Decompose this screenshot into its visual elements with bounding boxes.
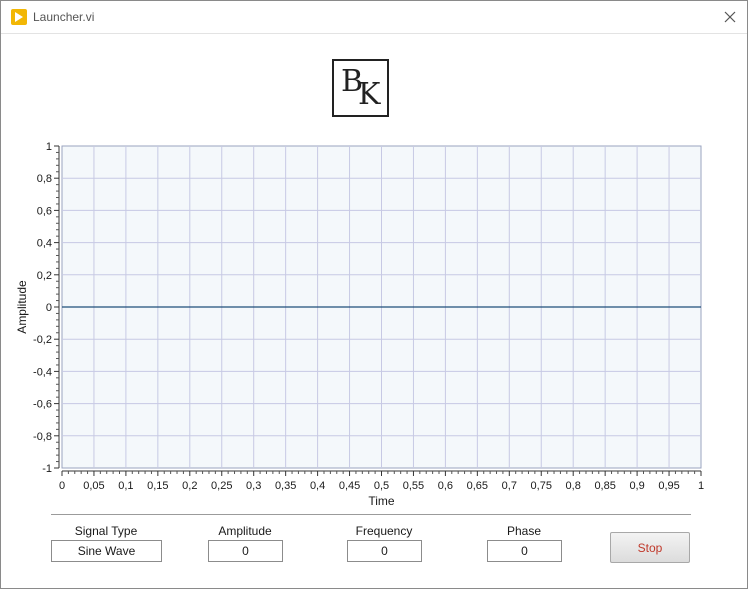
frequency-input[interactable]: 0 [347, 540, 422, 562]
x-tick-label: 0,2 [182, 480, 197, 492]
x-tick-label: 0,45 [339, 480, 360, 492]
stop-button[interactable]: Stop [610, 532, 690, 563]
phase-input[interactable]: 0 [487, 540, 562, 562]
y-tick-label: 0,6 [37, 205, 52, 217]
x-tick-label: 0,8 [566, 480, 581, 492]
signal-type-label: Signal Type [74, 524, 138, 538]
x-tick-label: 0,7 [502, 480, 517, 492]
phase-label: Phase [506, 524, 542, 538]
x-tick-label: 0,1 [118, 480, 133, 492]
y-tick-label: 0,2 [37, 270, 52, 282]
x-tick-label: 0 [59, 480, 65, 492]
amplitude-label: Amplitude [218, 524, 272, 538]
y-tick-label: -0,4 [33, 366, 52, 378]
y-tick-label: 1 [46, 141, 52, 153]
frequency-label: Frequency [355, 524, 413, 538]
x-tick-label: 0,65 [467, 480, 488, 492]
x-tick-label: 0,4 [310, 480, 325, 492]
x-tick-label: 0,55 [403, 480, 424, 492]
x-tick-label: 0,3 [246, 480, 261, 492]
x-tick-label: 0,05 [83, 480, 104, 492]
y-tick-label: 0,4 [37, 238, 52, 250]
x-tick-label: 0,5 [374, 480, 389, 492]
x-tick-label: 0,75 [531, 480, 552, 492]
y-axis-label: Amplitude [15, 280, 29, 334]
waveform-graph: 0 0,05 0,1 0,15 0,2 0,25 0,3 0,35 0,4 0,45 0,5 0,55… [15, 141, 704, 508]
y-tick-label: 0 [46, 302, 52, 314]
signal-type-select[interactable]: Sine Wave [51, 540, 162, 562]
y-tick-label: -0,6 [33, 399, 52, 411]
x-axis-label: Time [368, 494, 395, 508]
y-tick-label: 0,8 [37, 173, 52, 185]
x-tick-label: 0,85 [594, 480, 615, 492]
x-tick-label: 0,25 [211, 480, 232, 492]
launcher-window: Launcher.vi B K 0 0,05 0,1 0,15 0,2 0,25 0,3 0,… [0, 0, 748, 589]
controls-divider [51, 514, 691, 515]
y-tick-label: -1 [42, 463, 52, 475]
x-tick-label: 0,9 [629, 480, 644, 492]
y-tick-label: -0,2 [33, 334, 52, 346]
y-tick-label: -0,8 [33, 431, 52, 443]
x-tick-label: 0,35 [275, 480, 296, 492]
amplitude-input[interactable]: 0 [208, 540, 283, 562]
x-tick-label: 1 [698, 480, 704, 492]
x-tick-label: 0,15 [147, 480, 168, 492]
x-tick-label: 0,6 [438, 480, 453, 492]
x-tick-label: 0,95 [658, 480, 679, 492]
